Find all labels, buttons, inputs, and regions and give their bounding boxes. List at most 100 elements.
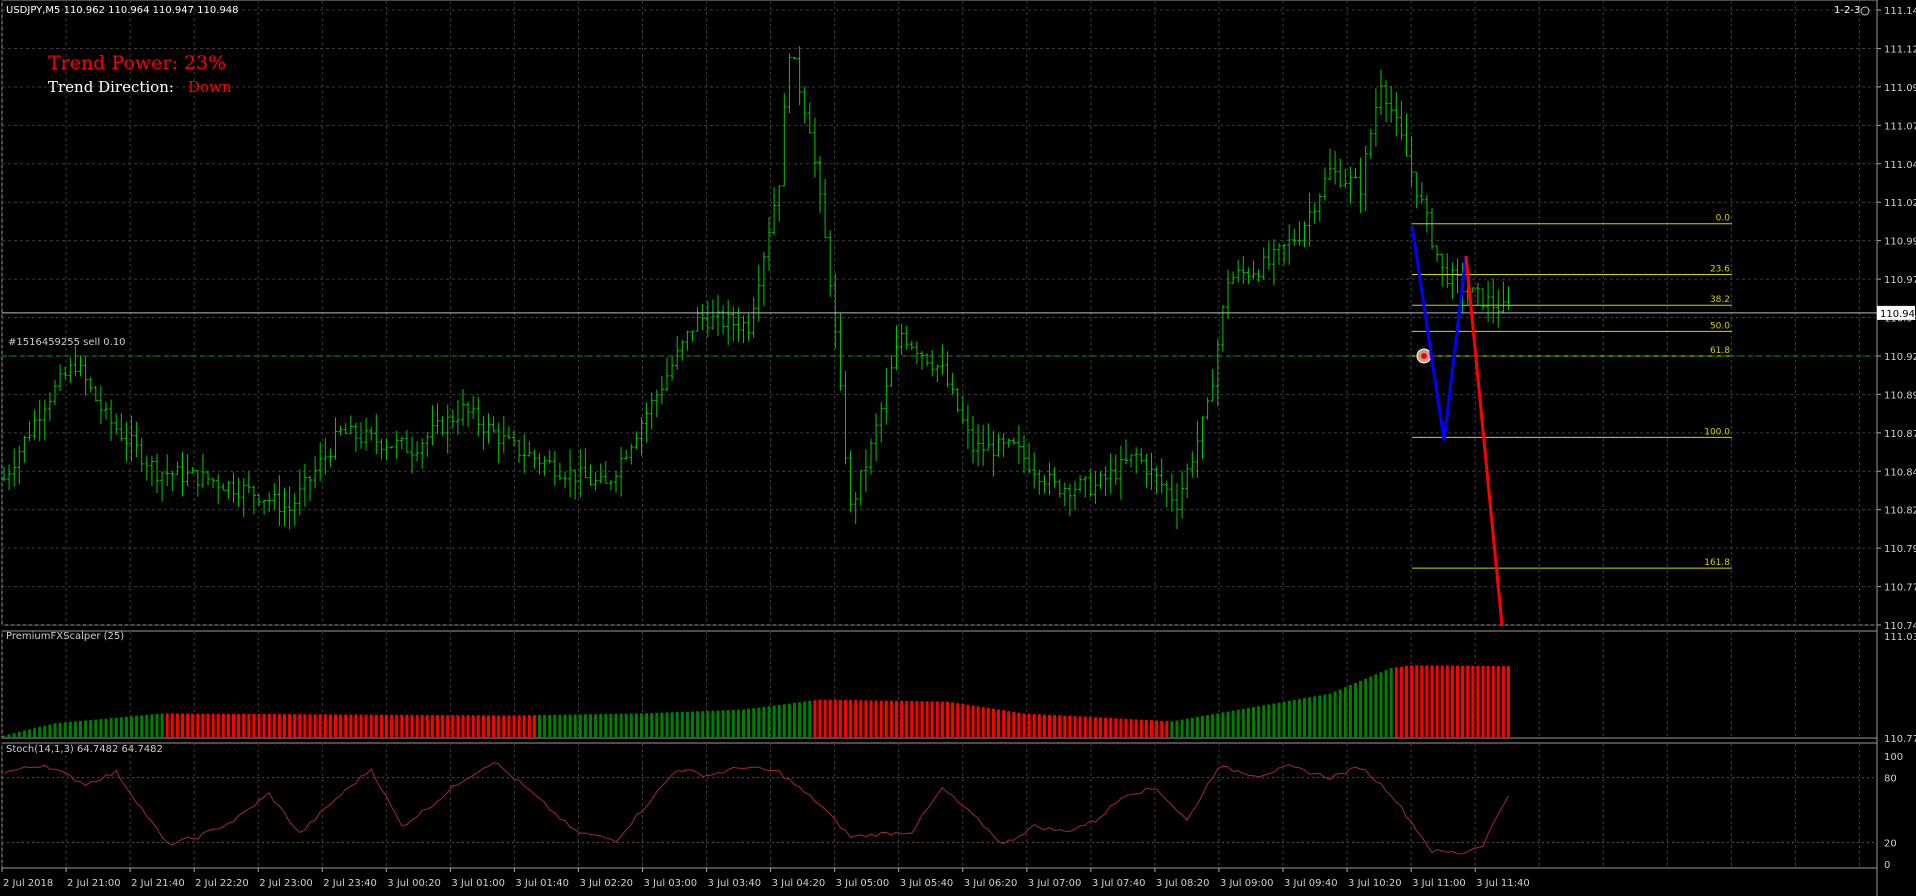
indicator-bar: [1236, 709, 1240, 738]
indicator-bar: [650, 713, 654, 738]
indicator-y-label: 111.036: [1884, 632, 1916, 643]
indicator-bar: [1134, 719, 1138, 738]
indicator-bar: [135, 715, 139, 738]
indicator-bar: [334, 714, 337, 738]
indicator-bar: [1405, 665, 1408, 738]
indicator-bar: [895, 700, 898, 738]
indicator-bar: [660, 712, 664, 738]
indicator-bar: [976, 706, 980, 738]
indicator-bar: [680, 711, 684, 738]
stoch-y-label: 100: [1884, 752, 1903, 763]
indicator-bar: [1139, 719, 1143, 738]
indicator-bar: [487, 715, 490, 738]
indicator-bar: [777, 704, 781, 738]
indicator-bar: [925, 701, 929, 738]
order-label: #1516459255 sell 0.10: [8, 337, 126, 348]
indicator-bar: [201, 713, 205, 738]
indicator-bar: [22, 730, 26, 738]
indicator-bar: [742, 709, 745, 738]
indicator-bar: [844, 700, 847, 738]
indicator-bar: [619, 713, 623, 738]
indicator-bar: [1282, 701, 1286, 738]
y-tick-label: 110.770: [1884, 583, 1916, 594]
x-tick-label: 3 Jul 09:40: [1284, 878, 1338, 889]
indicator-bar: [451, 715, 455, 738]
indicator-bar: [277, 714, 281, 738]
indicator-bar: [114, 717, 118, 738]
indicator-bar: [196, 713, 200, 738]
indicator-bar: [553, 714, 557, 738]
indicator-bar: [548, 714, 552, 738]
indicator-bar: [900, 700, 904, 738]
indicator-bar: [1348, 685, 1352, 738]
indicator-bar: [84, 720, 88, 738]
indicator-bar: [226, 713, 230, 738]
indicator-bar: [303, 714, 307, 738]
indicator-bar: [1486, 665, 1490, 738]
indicator-bar: [354, 714, 358, 738]
indicator-bar: [502, 715, 506, 738]
indicator-bar: [558, 714, 562, 738]
indicator-bar: [864, 700, 868, 738]
indicator-bar: [165, 713, 169, 738]
indicator-bar: [364, 714, 368, 738]
indicator-bar: [1042, 714, 1046, 738]
indicator-bar: [150, 714, 154, 738]
indicator-bar: [1104, 717, 1108, 738]
indicator-bar: [160, 713, 164, 738]
indicator-bar: [1231, 710, 1235, 738]
indicator-y-label: 110.778: [1884, 734, 1916, 745]
indicator-bar: [293, 714, 297, 738]
indicator-bar: [436, 715, 439, 738]
indicator-bar: [140, 715, 144, 738]
indicator-bar: [879, 700, 883, 738]
symbol-info: USDJPY,M5 110.962 110.964 110.947 110.94…: [6, 5, 239, 16]
indicator-bar: [813, 700, 817, 738]
indicator-bar: [1272, 703, 1276, 738]
indicator-bar: [573, 714, 577, 738]
indicator-bar: [752, 708, 756, 738]
x-tick-label: 2 Jul 21:00: [67, 878, 121, 889]
indicator-bar: [1476, 665, 1480, 738]
x-tick-label: 3 Jul 01:40: [515, 878, 569, 889]
indicator-bar: [1190, 717, 1194, 738]
indicator-bar: [1201, 716, 1204, 738]
indicator-bar: [119, 717, 123, 738]
indicator-bar: [170, 713, 174, 738]
indicator-bar: [991, 708, 995, 738]
indicator-bar: [1399, 666, 1403, 738]
indicator-bar: [1241, 708, 1245, 738]
indicator-bar: [670, 712, 674, 738]
indicator-bar: [441, 715, 445, 738]
indicator-bar: [1313, 696, 1317, 738]
indicator-bar: [849, 700, 853, 738]
trading-chart[interactable]: 0.0 23.6 38.2 50.0 61.8 100.0 161.8 2 Jul 2018…: [0, 0, 1916, 896]
y-tick-label: 110.995: [1884, 237, 1916, 248]
indicator-bar: [2, 735, 6, 738]
x-tick-label: 3 Jul 04:20: [772, 878, 826, 889]
indicator-bar: [838, 699, 842, 738]
indicator-bar: [1354, 683, 1357, 738]
indicator-bar: [68, 721, 72, 738]
indicator-bar: [1109, 718, 1113, 738]
indicator-bar: [124, 716, 128, 738]
indicator-bar: [232, 713, 235, 738]
indicator-bar: [211, 713, 215, 738]
fib-level-label: 61.8: [1710, 346, 1730, 356]
x-tick-label: 2 Jul 2018: [3, 878, 53, 889]
indicator-bar: [798, 702, 802, 738]
x-tick-label: 2 Jul 23:40: [323, 878, 377, 889]
indicator-bar: [12, 733, 16, 738]
indicator-bar: [604, 714, 608, 738]
indicator-bar: [731, 709, 735, 738]
indicator-bar: [930, 701, 934, 738]
indicator-bar: [889, 700, 893, 738]
y-tick-label: 111.070: [1884, 121, 1916, 132]
indicator-bar: [369, 714, 373, 738]
indicator-bar: [99, 719, 103, 738]
indicator-bar: [1379, 672, 1383, 738]
indicator-bar: [706, 710, 710, 738]
indicator-bar: [191, 713, 195, 738]
timeframe-control[interactable]: 1-2-3: [1834, 5, 1860, 16]
indicator-bar: [349, 714, 353, 738]
